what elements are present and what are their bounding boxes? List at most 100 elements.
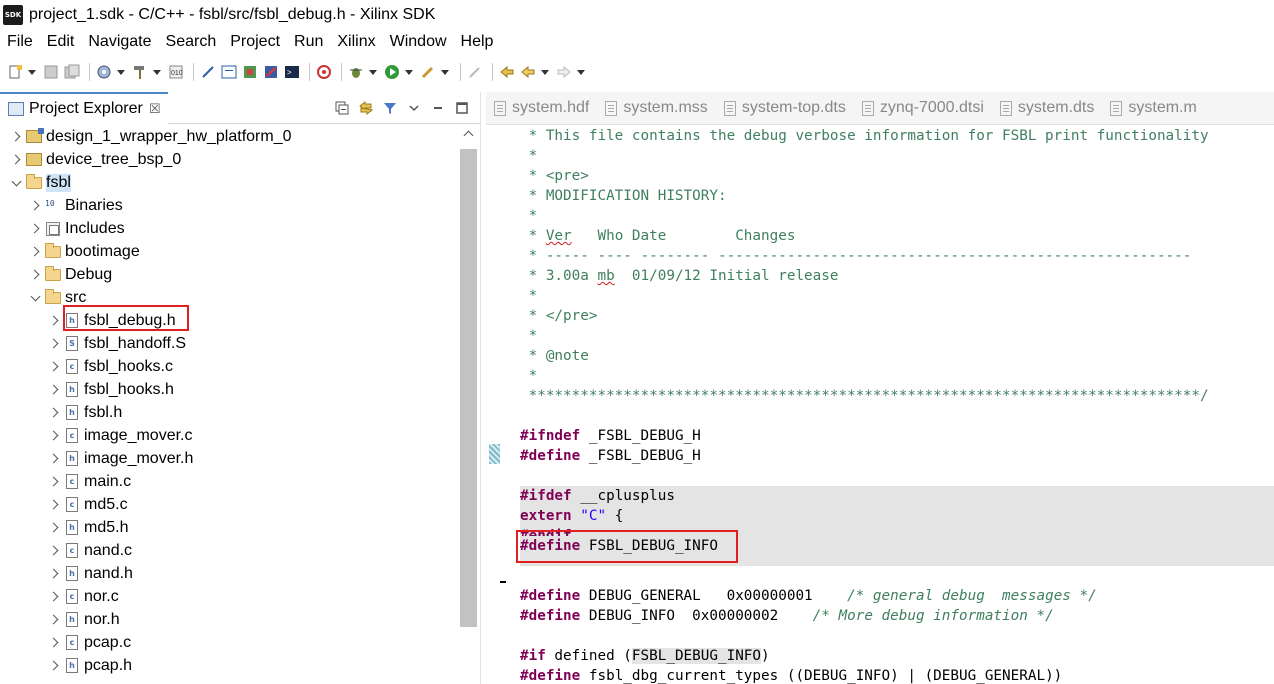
back-dropdown[interactable] [540,63,549,81]
chevron-right-icon[interactable] [48,338,60,350]
tree-item-bootimage[interactable]: bootimage [0,240,458,263]
tree-item-image-mover-h[interactable]: h image_mover.h [0,447,458,470]
project-explorer-tab[interactable]: Project Explorer ☒ [0,91,169,124]
tab-system-mss[interactable]: system.mss [597,92,715,124]
repository-icon[interactable] [315,63,333,81]
tree-item-fsbl-handoff-s[interactable]: S fsbl_handoff.S [0,332,458,355]
chevron-right-icon[interactable] [48,660,60,672]
chevron-right-icon[interactable] [48,453,60,465]
menu-project[interactable]: Project [223,30,287,54]
chevron-right-icon[interactable] [29,269,41,281]
build-configuration-icon[interactable] [95,63,113,81]
new-icon[interactable] [6,63,24,81]
tree-item-md5-h[interactable]: h md5.h [0,516,458,539]
chevron-right-icon[interactable] [10,131,22,143]
terminal-icon[interactable] [220,63,238,81]
back-icon[interactable] [519,63,537,81]
tab-zynq-7000-dtsi[interactable]: zynq-7000.dtsi [854,92,992,124]
tree-item-device-tree-bsp-0[interactable]: device_tree_bsp_0 [0,148,458,171]
tree-item-nor-h[interactable]: h nor.h [0,608,458,631]
chevron-right-icon[interactable] [29,200,41,212]
collapse-all-icon[interactable] [334,100,350,116]
tree-item-debug[interactable]: Debug [0,263,458,286]
tree-item-nand-c[interactable]: c nand.c [0,539,458,562]
menu-run[interactable]: Run [287,30,330,54]
tree-item-fsbl-hooks-h[interactable]: h fsbl_hooks.h [0,378,458,401]
build-dropdown[interactable] [152,63,161,81]
chevron-right-icon[interactable] [48,568,60,580]
filter-icon[interactable] [382,100,398,116]
tab-system-m[interactable]: system.m [1102,92,1204,124]
xilinx-tools-icon[interactable] [262,63,280,81]
new-dropdown[interactable] [27,63,36,81]
tree-item-fsbl-debug-h[interactable]: h fsbl_debug.h [0,305,458,332]
minimize-icon[interactable] [430,100,446,116]
scroll-up-chevron-icon[interactable] [464,129,474,139]
save-icon[interactable] [42,63,60,81]
tab-system-hdf[interactable]: system.hdf [486,92,597,124]
menu-help[interactable]: Help [454,30,501,54]
chevron-down-icon[interactable] [29,292,41,304]
tree-item-design-1-wrapper-hw-platform-0[interactable]: design_1_wrapper_hw_platform_0 [0,125,458,148]
tree-item-nor-c[interactable]: c nor.c [0,585,458,608]
chevron-right-icon[interactable] [29,223,41,235]
tree-item-nand-h[interactable]: h nand.h [0,562,458,585]
program-fpga-icon[interactable] [241,63,259,81]
menu-edit[interactable]: Edit [40,30,82,54]
tree-item-pcap-c[interactable]: c pcap.c [0,631,458,654]
forward-icon[interactable] [555,63,573,81]
view-menu-chevron-down-icon[interactable] [406,100,422,116]
chevron-right-icon[interactable] [48,407,60,419]
tree-item-main-c[interactable]: c main.c [0,470,458,493]
tree-item-image-mover-c[interactable]: c image_mover.c [0,424,458,447]
console-icon[interactable]: > [283,63,301,81]
chevron-right-icon[interactable] [48,384,60,396]
menu-file[interactable]: File [0,30,40,54]
build-config-dropdown[interactable] [116,63,125,81]
chevron-right-icon[interactable] [48,591,60,603]
tree-item-pcap-h[interactable]: h pcap.h [0,654,458,677]
close-icon[interactable]: ☒ [149,101,161,117]
chevron-right-icon[interactable] [48,430,60,442]
tree-item-includes[interactable]: Includes [0,217,458,240]
chevron-right-icon[interactable] [48,522,60,534]
last-edit-location-icon[interactable] [498,63,516,81]
menu-window[interactable]: Window [383,30,454,54]
debug-icon[interactable] [347,63,365,81]
hammer-icon[interactable] [131,63,149,81]
chevron-down-icon[interactable] [10,177,22,189]
tree-item-md5-c[interactable]: c md5.c [0,493,458,516]
link-with-editor-icon[interactable] [358,100,374,116]
tab-system-top-dts[interactable]: system-top.dts [716,92,854,124]
chevron-right-icon[interactable] [29,246,41,258]
binary-icon[interactable]: 010 [167,63,185,81]
chevron-right-icon[interactable] [48,545,60,557]
code-area[interactable]: * This file contains the debug verbose i… [516,126,1274,684]
tree-item-fsbl[interactable]: fsbl [0,171,458,194]
skip-breakpoints-icon[interactable] [199,63,217,81]
tree-item-fsbl-h[interactable]: h fsbl.h [0,401,458,424]
chevron-right-icon[interactable] [48,637,60,649]
chevron-right-icon[interactable] [48,614,60,626]
run-dropdown[interactable] [404,63,413,81]
external-tools-icon[interactable] [419,63,437,81]
explorer-scrollbar[interactable] [458,125,480,684]
chevron-right-icon[interactable] [48,476,60,488]
menu-xilinx[interactable]: Xilinx [330,30,382,54]
menu-navigate[interactable]: Navigate [81,30,158,54]
save-all-icon[interactable] [63,63,81,81]
chevron-right-icon[interactable] [48,499,60,511]
forward-dropdown[interactable] [576,63,585,81]
tree-item-fsbl-hooks-c[interactable]: c fsbl_hooks.c [0,355,458,378]
tab-system-dts[interactable]: system.dts [992,92,1102,124]
next-annotation-icon[interactable] [466,63,484,81]
scrollbar-thumb[interactable] [460,149,477,627]
external-tools-dropdown[interactable] [440,63,449,81]
run-icon[interactable] [383,63,401,81]
menu-search[interactable]: Search [159,30,224,54]
chevron-right-icon[interactable] [10,154,22,166]
chevron-right-icon[interactable] [48,315,60,327]
debug-dropdown[interactable] [368,63,377,81]
maximize-icon[interactable] [454,100,470,116]
chevron-right-icon[interactable] [48,361,60,373]
